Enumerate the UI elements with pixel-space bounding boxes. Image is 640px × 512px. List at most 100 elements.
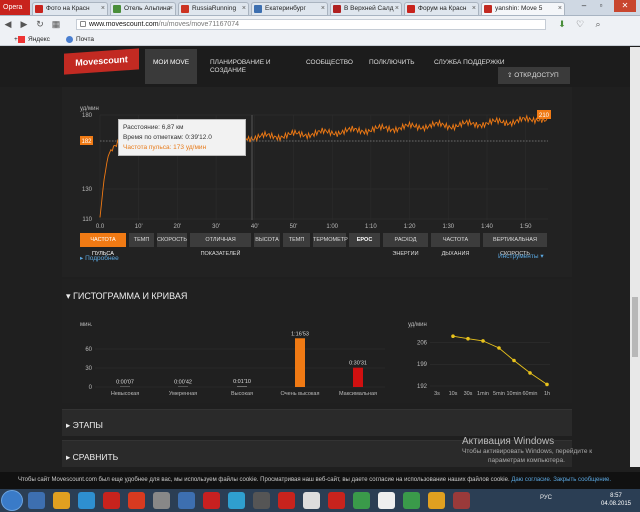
nav-connect[interactable]: ПОЛКЛЮЧИТЬ	[369, 59, 415, 67]
cookie-agree-link[interactable]: Даю согласие.	[511, 477, 551, 483]
maximize-icon[interactable]: ▫	[593, 0, 609, 12]
tab-close-icon[interactable]: ×	[242, 3, 246, 14]
open-access-label: ОТКР.ДОСТУП	[514, 72, 559, 79]
histogram-title[interactable]: ▾ ГИСТОГРАММА И КРИВАЯ	[66, 291, 187, 302]
page-icon	[80, 21, 86, 27]
metric-tab[interactable]: СКОРОСТЬ	[157, 233, 187, 247]
browser-tab[interactable]: Екатеринбург ×	[251, 2, 328, 15]
tab-favicon-icon	[113, 5, 121, 13]
ie-icon[interactable]	[78, 492, 95, 509]
heart-icon[interactable]: ♡	[574, 19, 586, 30]
close-window-icon[interactable]: ✕	[614, 0, 636, 12]
open-access-button[interactable]: ⇪ ОТКР.ДОСТУП	[498, 67, 570, 84]
antivirus-icon[interactable]	[453, 492, 470, 509]
download-icon[interactable]: ⬇	[556, 19, 568, 30]
nav-my-move[interactable]: МОИ MOVE	[145, 49, 198, 84]
metric-tab[interactable]: ТЕМП	[129, 233, 154, 247]
tab-close-icon[interactable]: ×	[558, 3, 562, 14]
metric-tab[interactable]: EPOC	[349, 233, 380, 247]
nav-community[interactable]: СООБЩЕСТВО	[306, 59, 353, 67]
browser-tab[interactable]: yanshin: Move 5 ×	[481, 2, 565, 15]
opera-menu-button[interactable]: Opera	[0, 0, 30, 15]
more-link-label: Подробнее	[85, 255, 119, 262]
metric-tab[interactable]: ВЕРТИКАЛЬНАЯ СКОРОСТЬ	[483, 233, 547, 257]
tools-link-label: Инструменты	[498, 253, 539, 260]
tools-link[interactable]: Инструменты ▾	[498, 252, 544, 260]
tab-close-icon[interactable]: ×	[169, 3, 173, 14]
metric-tab[interactable]: РАСХОД ЭНЕРГИИ	[383, 233, 428, 257]
explorer-icon[interactable]	[28, 492, 45, 509]
metric-tab[interactable]: ТЕРМОМЕТР	[313, 233, 348, 247]
yandex-icon[interactable]	[278, 492, 295, 509]
tab-close-icon[interactable]: ×	[395, 3, 399, 14]
tab-label: RussiaRunning	[192, 5, 237, 12]
browser-tab[interactable]: Форум на Красн ×	[404, 2, 479, 15]
chrome2-icon[interactable]	[303, 492, 320, 509]
windows-activation-watermark: Активация Windows Чтобы активировать Win…	[462, 436, 637, 465]
speed-dial-icon[interactable]: ▦	[50, 19, 62, 30]
nav-planning[interactable]: ПЛАНИРОВАНИЕ И СОЗДАНИЕ	[210, 59, 280, 75]
skype-icon[interactable]	[228, 492, 245, 509]
metric-tab[interactable]: ТЕМП	[283, 233, 310, 247]
back-icon[interactable]: ◀	[2, 19, 14, 30]
tab-label: Отель Альпина	[124, 5, 171, 12]
forward-icon[interactable]: ▶	[18, 19, 30, 30]
reload-icon[interactable]: ↻	[34, 19, 46, 30]
tooltip-distance: Расстояние: 6,87 км	[123, 124, 184, 131]
watermark-title: Активация Windows	[462, 436, 555, 447]
tab-label: Фото на Красн	[46, 5, 90, 12]
tab-label: Форум на Красн	[418, 5, 467, 12]
search-icon[interactable]: ⌕	[592, 19, 604, 30]
folder-icon[interactable]	[428, 492, 445, 509]
watermark-line2: параметрам компьютера.	[488, 457, 565, 464]
tray-lang[interactable]: РУС	[540, 495, 552, 501]
stages-row[interactable]	[62, 409, 572, 436]
compare-title[interactable]: ▸ СРАВНИТЬ	[66, 452, 118, 463]
start-button[interactable]	[1, 490, 23, 511]
minimize-icon[interactable]: –	[576, 0, 592, 12]
word-icon[interactable]	[353, 492, 370, 509]
tab-favicon-icon	[35, 5, 43, 13]
cookie-banner: Чтобы сайт Movescount.com был еще удобне…	[0, 472, 640, 489]
url-path: /ru/moves/move71167074	[158, 21, 240, 28]
browser-tab[interactable]: Фото на Красн ×	[32, 2, 108, 15]
opera-icon[interactable]	[203, 492, 220, 509]
metric-tab[interactable]: ЧАСТОТА ПУЛЬСА	[80, 233, 126, 257]
tab-close-icon[interactable]: ×	[321, 3, 325, 14]
tab-label: yanshin: Move 5	[495, 5, 543, 12]
hr-chart-panel	[62, 87, 572, 277]
bookmark-mail[interactable]: Почта	[66, 36, 94, 43]
opera2-icon[interactable]	[328, 492, 345, 509]
url-field[interactable]: www.movescount.com/ru/moves/move71167074	[76, 19, 546, 30]
chrome-icon[interactable]	[53, 492, 70, 509]
firefox-icon[interactable]	[128, 492, 145, 509]
metric-tab[interactable]: ОТЛИЧНАЯ ПОКАЗАТЕЛЕЙ	[190, 233, 251, 257]
tab-label: Екатеринбург	[265, 5, 306, 12]
watermark-line1: Чтобы активировать Windows, перейдите к	[462, 448, 593, 455]
page-scrollbar[interactable]	[630, 47, 640, 467]
tab-favicon-icon	[333, 5, 341, 13]
movescount-logo[interactable]: Movescount	[64, 48, 139, 75]
notepad-icon[interactable]	[378, 492, 395, 509]
tab-favicon-icon	[484, 5, 492, 13]
misc-icon[interactable]	[253, 492, 270, 509]
add-bookmark-icon[interactable]: +	[4, 36, 18, 43]
bookmark-yandex[interactable]: Яндекс	[18, 36, 50, 43]
nav-support[interactable]: СЛУЖБА ПОДДЕРЖКИ	[434, 59, 505, 67]
tab-close-icon[interactable]: ×	[101, 3, 105, 14]
tab-close-icon[interactable]: ×	[472, 3, 476, 14]
media-icon[interactable]	[153, 492, 170, 509]
browser-tab[interactable]: В Верхней Салд ×	[330, 2, 402, 15]
stages-title[interactable]: ▸ ЭТАПЫ	[66, 420, 103, 431]
scrollbar-thumb[interactable]	[632, 297, 638, 357]
tray-clock[interactable]: 8:57 04.08.2015	[598, 492, 634, 508]
metric-tab[interactable]: ВЫСОТА	[254, 233, 280, 247]
browser-tab[interactable]: Отель Альпина ×	[110, 2, 176, 15]
metric-tab[interactable]: ЧАСТОТА ДЫХАНИЯ	[431, 233, 480, 257]
more-link[interactable]: ▸ Подробнее	[80, 254, 119, 262]
browser-tab[interactable]: RussiaRunning ×	[178, 2, 249, 15]
excel-icon[interactable]	[403, 492, 420, 509]
cookie-close-link[interactable]: Закрыть сообщение.	[553, 477, 611, 483]
filezilla-icon[interactable]	[103, 492, 120, 509]
camera-icon[interactable]	[178, 492, 195, 509]
